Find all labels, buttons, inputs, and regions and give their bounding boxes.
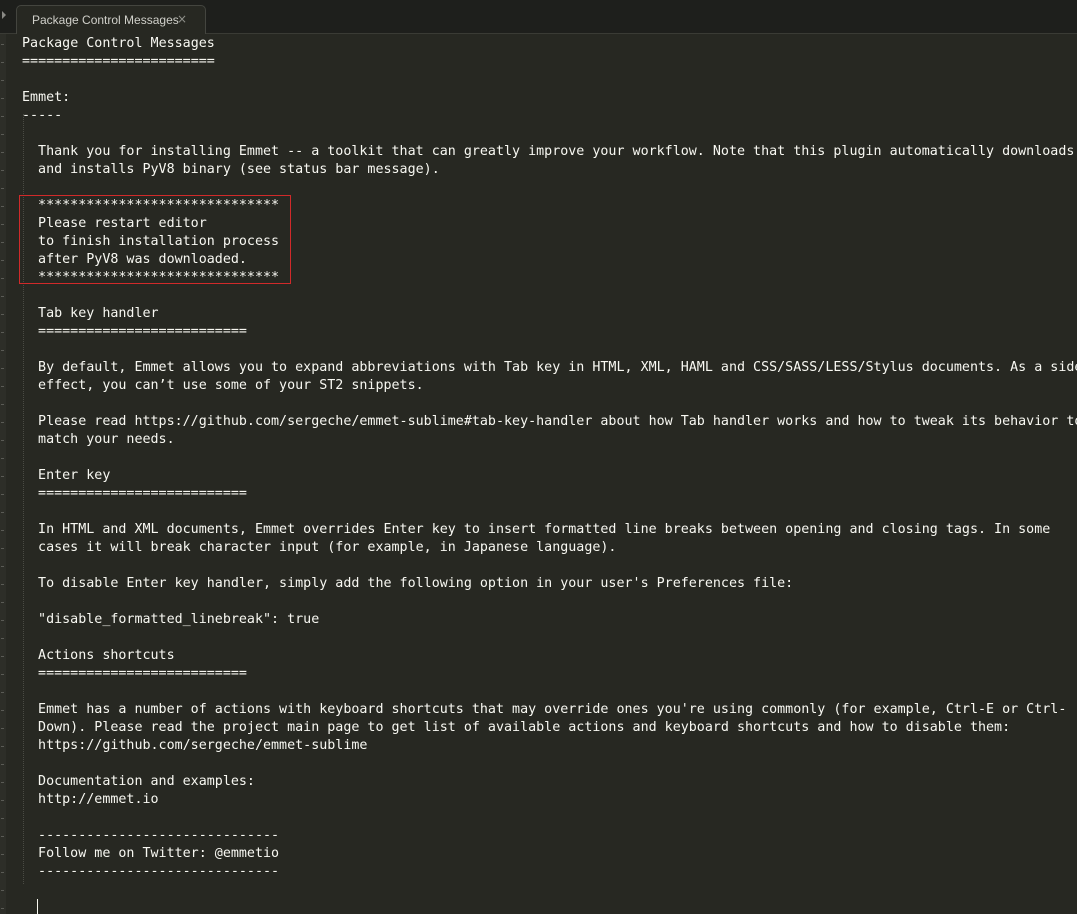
text-line: ======================== xyxy=(22,54,215,69)
tab-package-control-messages[interactable]: Package Control Messages × xyxy=(16,5,206,35)
gutter-line-marker xyxy=(1,710,4,711)
text-cursor xyxy=(37,899,38,914)
gutter-line-marker xyxy=(1,854,4,855)
gutter-line-marker xyxy=(1,872,4,873)
text-line: Please read https://github.com/sergeche/… xyxy=(38,414,1077,429)
gutter-line-marker xyxy=(1,368,4,369)
text-line: to finish installation process xyxy=(38,234,280,249)
gutter-line-marker xyxy=(1,170,4,171)
text-line: cases it will break character input (for… xyxy=(38,540,617,555)
tab-bar: Package Control Messages × xyxy=(0,0,1077,35)
gutter-line-marker xyxy=(1,152,4,153)
gutter-line-marker xyxy=(1,494,4,495)
gutter-line-marker xyxy=(1,512,4,513)
close-icon[interactable]: × xyxy=(177,12,187,26)
gutter-line-marker xyxy=(1,818,4,819)
text-line: ========================== xyxy=(38,324,247,339)
gutter-line-marker xyxy=(1,386,4,387)
gutter-line-marker xyxy=(1,422,4,423)
text-line: In HTML and XML documents, Emmet overrid… xyxy=(38,522,1051,537)
gutter-line-marker xyxy=(1,314,4,315)
gutter-line-marker xyxy=(1,836,4,837)
tab-title: Package Control Messages xyxy=(32,13,179,27)
text-line: Emmet has a number of actions with keybo… xyxy=(38,702,1067,717)
gutter-line-marker xyxy=(1,476,4,477)
gutter-line-marker xyxy=(1,674,4,675)
gutter-line-marker xyxy=(1,224,4,225)
gutter-line-marker xyxy=(1,332,4,333)
text-line: Follow me on Twitter: @emmetio xyxy=(38,846,280,861)
text-line: and installs PyV8 binary (see status bar… xyxy=(38,162,440,177)
text-line: ****************************** xyxy=(38,198,280,213)
gutter-line-marker xyxy=(1,206,4,207)
text-line: ========================== xyxy=(38,486,247,501)
gutter-line-marker xyxy=(1,620,4,621)
gutter-line-marker xyxy=(1,44,4,45)
gutter-line-marker xyxy=(1,656,4,657)
gutter-line-marker xyxy=(1,764,4,765)
text-line: https://github.com/sergeche/emmet-sublim… xyxy=(38,738,368,753)
gutter-line-marker xyxy=(1,638,4,639)
gutter-line-marker xyxy=(1,80,4,81)
text-line: Enter key xyxy=(38,468,111,483)
text-line: Please restart editor xyxy=(38,216,207,231)
gutter-line-marker xyxy=(1,908,4,909)
gutter-line-marker xyxy=(1,188,4,189)
text-line: ****************************** xyxy=(38,270,280,285)
gutter-line-marker xyxy=(1,566,4,567)
tab-scroll-left-icon[interactable] xyxy=(2,11,6,19)
gutter-line-marker xyxy=(1,260,4,261)
gutter-line-marker xyxy=(1,584,4,585)
text-line: effect, you can’t use some of your ST2 s… xyxy=(38,378,424,393)
text-line: "disable_formatted_linebreak": true xyxy=(38,612,320,627)
gutter-line-marker xyxy=(1,116,4,117)
gutter-line-marker xyxy=(1,728,4,729)
gutter-line-marker xyxy=(1,782,4,783)
gutter-line-marker xyxy=(1,350,4,351)
text-line: To disable Enter key handler, simply add… xyxy=(38,576,794,591)
text-line: Package Control Messages xyxy=(22,36,215,51)
gutter-line-marker xyxy=(1,458,4,459)
gutter-line-marker xyxy=(1,242,4,243)
text-line: Down). Please read the project main page… xyxy=(38,720,1011,735)
gutter-line-marker xyxy=(1,692,4,693)
gutter-line-marker xyxy=(1,530,4,531)
gutter-line-marker xyxy=(1,404,4,405)
text-line: http://emmet.io xyxy=(38,792,159,807)
text-line: ------------------------------ xyxy=(38,864,280,879)
gutter-line-marker xyxy=(1,134,4,135)
gutter-line-marker xyxy=(1,746,4,747)
gutter-line-marker xyxy=(1,278,4,279)
gutter-line-marker xyxy=(1,548,4,549)
text-line: ----- xyxy=(22,108,63,123)
text-line: after PyV8 was downloaded. xyxy=(38,252,247,267)
gutter-line-marker xyxy=(1,890,4,891)
gutter-line-marker xyxy=(1,602,4,603)
text-line: By default, Emmet allows you to expand a… xyxy=(38,360,1077,375)
gutter-line-marker xyxy=(1,440,4,441)
editor-text-area[interactable]: Package Control Messages ================… xyxy=(6,34,1077,914)
text-line: Documentation and examples: xyxy=(38,774,255,789)
gutter-line-marker xyxy=(1,98,4,99)
gutter-line-marker xyxy=(1,296,4,297)
gutter-line-marker xyxy=(1,800,4,801)
text-line: Actions shortcuts xyxy=(38,648,175,663)
text-line: Tab key handler xyxy=(38,306,159,321)
text-line: Thank you for installing Emmet -- a tool… xyxy=(38,144,1075,159)
text-line: ========================== xyxy=(38,666,247,681)
text-line: Emmet: xyxy=(22,90,71,105)
text-line: match your needs. xyxy=(38,432,175,447)
gutter-line-marker xyxy=(1,62,4,63)
text-line: ------------------------------ xyxy=(38,828,280,843)
